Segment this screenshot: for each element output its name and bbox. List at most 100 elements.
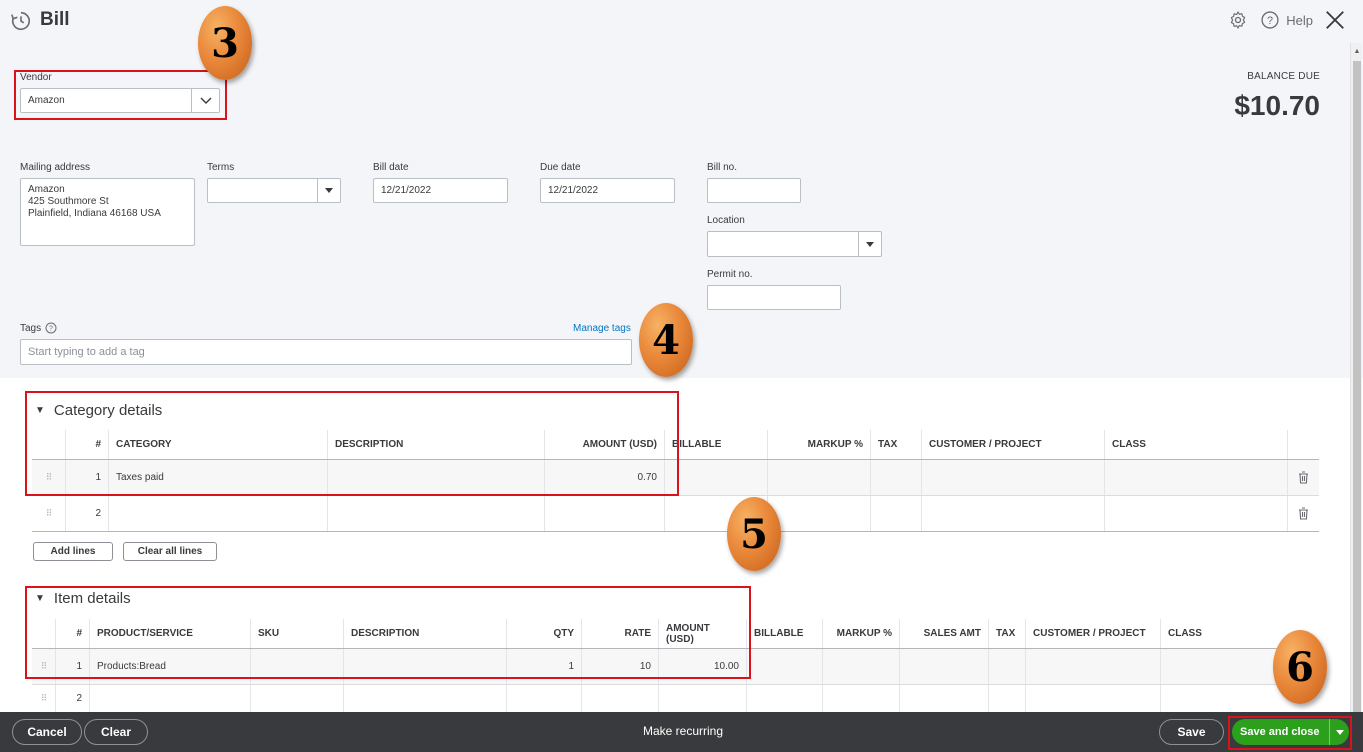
amount-cell[interactable] bbox=[544, 496, 664, 531]
col-header: TAX bbox=[988, 619, 1025, 648]
sales-amt-cell[interactable] bbox=[899, 685, 988, 712]
customer-project-cell[interactable] bbox=[1025, 649, 1160, 684]
clear-button[interactable]: Clear bbox=[84, 719, 148, 745]
product-cell[interactable]: Products:Bread bbox=[89, 649, 250, 684]
col-header: MARKUP % bbox=[767, 430, 870, 459]
close-icon[interactable] bbox=[1323, 8, 1347, 32]
make-recurring-link[interactable]: Make recurring bbox=[643, 724, 723, 738]
col-header: PRODUCT/SERVICE bbox=[89, 619, 250, 648]
terms-select[interactable] bbox=[207, 178, 341, 203]
step-callout-6: 6 bbox=[1273, 630, 1327, 704]
qty-cell[interactable] bbox=[506, 685, 581, 712]
caret-down-icon[interactable] bbox=[1329, 719, 1349, 745]
recent-history-icon[interactable] bbox=[10, 10, 32, 32]
class-cell[interactable] bbox=[1104, 460, 1287, 495]
markup-cell[interactable] bbox=[822, 649, 899, 684]
bill-no-label: Bill no. bbox=[707, 162, 738, 173]
sku-cell[interactable] bbox=[250, 649, 343, 684]
clear-all-lines-button[interactable]: Clear all lines bbox=[123, 542, 217, 561]
drag-handle-icon[interactable]: ⠿ bbox=[32, 496, 65, 531]
customer-project-cell[interactable] bbox=[921, 460, 1104, 495]
customer-project-cell[interactable] bbox=[1025, 685, 1160, 712]
billable-cell[interactable] bbox=[664, 460, 767, 495]
rate-cell[interactable] bbox=[581, 685, 658, 712]
qty-cell[interactable]: 1 bbox=[506, 649, 581, 684]
mailing-line: 425 Southmore St bbox=[28, 196, 109, 207]
billable-cell[interactable] bbox=[746, 649, 822, 684]
triangle-down-icon: ▼ bbox=[35, 405, 45, 416]
tax-cell[interactable] bbox=[870, 460, 921, 495]
row-number: 2 bbox=[55, 685, 89, 712]
customer-project-cell[interactable] bbox=[921, 496, 1104, 531]
amount-cell[interactable]: 10.00 bbox=[658, 649, 746, 684]
description-cell[interactable] bbox=[343, 649, 506, 684]
permit-no-label: Permit no. bbox=[707, 269, 753, 280]
markup-cell[interactable] bbox=[767, 496, 870, 531]
product-cell[interactable] bbox=[89, 685, 250, 712]
info-icon[interactable]: ? bbox=[45, 322, 57, 334]
description-cell[interactable] bbox=[343, 685, 506, 712]
tax-cell[interactable] bbox=[870, 496, 921, 531]
help-button[interactable]: ? Help bbox=[1260, 10, 1313, 30]
svg-text:?: ? bbox=[1267, 15, 1273, 27]
category-cell[interactable] bbox=[108, 496, 327, 531]
category-details-toggle[interactable]: ▼ Category details bbox=[35, 402, 162, 419]
item-details-toggle[interactable]: ▼ Item details bbox=[35, 590, 131, 607]
billable-cell[interactable] bbox=[746, 685, 822, 712]
tags-input[interactable]: Start typing to add a tag bbox=[20, 339, 632, 365]
tags-label-group: Tags ? bbox=[20, 322, 57, 334]
due-date-input[interactable]: 12/21/2022 bbox=[540, 178, 675, 203]
save-and-close-button[interactable]: Save and close bbox=[1232, 719, 1349, 745]
caret-down-icon[interactable] bbox=[317, 179, 340, 202]
col-header: DESCRIPTION bbox=[343, 619, 506, 648]
bill-date-input[interactable]: 12/21/2022 bbox=[373, 178, 508, 203]
vendor-select[interactable]: Amazon bbox=[20, 88, 220, 113]
bill-no-input[interactable] bbox=[707, 178, 801, 203]
cancel-button[interactable]: Cancel bbox=[12, 719, 82, 745]
sku-cell[interactable] bbox=[250, 685, 343, 712]
amount-cell[interactable] bbox=[658, 685, 746, 712]
description-cell[interactable] bbox=[327, 496, 544, 531]
col-header: AMOUNT (USD) bbox=[658, 619, 746, 648]
triangle-down-icon: ▼ bbox=[35, 593, 45, 604]
col-header: TAX bbox=[870, 430, 921, 459]
permit-no-input[interactable] bbox=[707, 285, 841, 310]
scroll-up-arrow-icon[interactable]: ▲ bbox=[1352, 46, 1362, 56]
scroll-thumb[interactable] bbox=[1353, 61, 1361, 721]
add-lines-button[interactable]: Add lines bbox=[33, 542, 113, 561]
gear-icon[interactable] bbox=[1226, 8, 1250, 32]
location-select[interactable] bbox=[707, 231, 882, 257]
save-button[interactable]: Save bbox=[1159, 719, 1224, 745]
trash-icon[interactable] bbox=[1287, 496, 1319, 531]
col-header: SALES AMT bbox=[899, 619, 988, 648]
table-row[interactable]: ⠿ 1 Products:Bread 1 10 10.00 bbox=[32, 649, 1319, 685]
markup-cell[interactable] bbox=[822, 685, 899, 712]
help-label: Help bbox=[1286, 12, 1313, 28]
tax-cell[interactable] bbox=[988, 649, 1025, 684]
drag-handle-icon[interactable]: ⠿ bbox=[32, 649, 55, 684]
category-cell[interactable]: Taxes paid bbox=[108, 460, 327, 495]
manage-tags-link[interactable]: Manage tags bbox=[573, 323, 631, 334]
amount-cell[interactable]: 0.70 bbox=[544, 460, 664, 495]
table-row[interactable]: ⠿ 2 bbox=[32, 496, 1319, 532]
table-row[interactable]: ⠿ 1 Taxes paid 0.70 bbox=[32, 460, 1319, 496]
description-cell[interactable] bbox=[327, 460, 544, 495]
tags-placeholder: Start typing to add a tag bbox=[28, 346, 145, 358]
drag-handle-icon[interactable]: ⠿ bbox=[32, 685, 55, 712]
caret-down-icon[interactable] bbox=[858, 232, 881, 256]
sales-amt-cell[interactable] bbox=[899, 649, 988, 684]
class-cell[interactable] bbox=[1104, 496, 1287, 531]
col-header: CUSTOMER / PROJECT bbox=[921, 430, 1104, 459]
chevron-down-icon[interactable] bbox=[191, 89, 219, 112]
trash-icon[interactable] bbox=[1287, 460, 1319, 495]
mailing-address-field[interactable]: Amazon 425 Southmore St Plainfield, Indi… bbox=[20, 178, 195, 246]
drag-handle-icon[interactable]: ⠿ bbox=[32, 460, 65, 495]
col-header: CATEGORY bbox=[108, 430, 327, 459]
col-header: DESCRIPTION bbox=[327, 430, 544, 459]
markup-cell[interactable] bbox=[767, 460, 870, 495]
table-row[interactable]: ⠿ 2 bbox=[32, 685, 1319, 712]
step-callout-3: 3 bbox=[198, 6, 252, 80]
vertical-scrollbar[interactable]: ▲ bbox=[1350, 43, 1362, 721]
tax-cell[interactable] bbox=[988, 685, 1025, 712]
rate-cell[interactable]: 10 bbox=[581, 649, 658, 684]
